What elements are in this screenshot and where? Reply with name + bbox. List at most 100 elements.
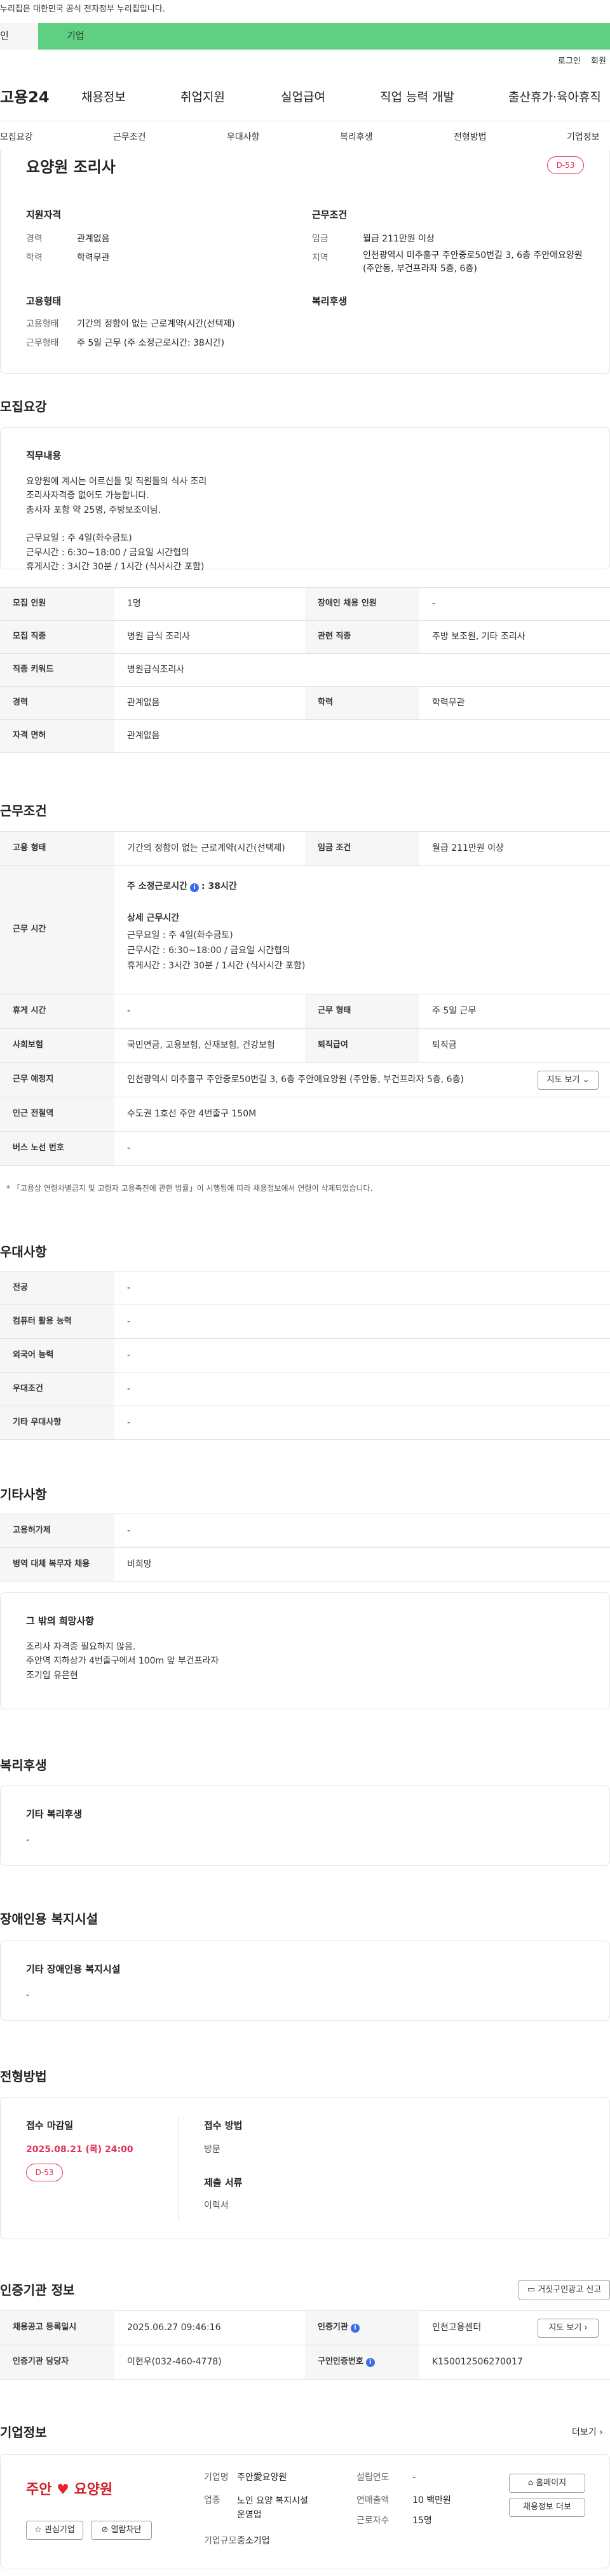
report-fake-ad-button[interactable]: ▭ 거짓구인광고 신고 — [518, 2280, 610, 2300]
cert-no-label: 구인인증번호 i — [305, 2345, 419, 2379]
cell-label: 전공 — [0, 1271, 114, 1305]
info-icon[interactable]: i — [365, 2357, 375, 2367]
gnb-unemployment-benefit[interactable]: 실업급여 — [281, 89, 325, 107]
cell-value: - — [432, 599, 436, 609]
deadline-label: 접수 마감일 — [26, 2120, 74, 2131]
block-view-button[interactable]: ⊘ 열람차단 — [91, 2521, 152, 2540]
block-icon: ⊘ — [101, 2525, 109, 2535]
cell-value: K150012506270017 — [432, 2357, 523, 2368]
founded-value: - — [412, 2472, 416, 2483]
disab-box-body: - — [26, 1990, 30, 2000]
emp-value: 기간의 정함이 없는 근로계약(시간(선택제) — [77, 319, 235, 329]
gnb-job-info[interactable]: 채용정보 — [81, 89, 126, 107]
welfare-box: 기타 복리후생 - — [0, 1786, 610, 1866]
cell-value: 기간의 정함이 없는 근로계약(시간(선택제) — [127, 843, 285, 854]
table-row: 고용허가제 - — [0, 1514, 610, 1548]
map-button[interactable]: 지도 보기 ⌄ — [538, 1071, 599, 1090]
signup-link[interactable]: 회원 — [591, 56, 606, 68]
anchor-recruit[interactable]: 모집요강 — [0, 131, 33, 144]
founded-label: 설립연도 — [356, 2472, 390, 2483]
table-row: 기타 우대사항 - — [0, 1406, 610, 1440]
weekly-hours: 주 소정근로시간 i: 38시간 — [127, 880, 237, 893]
cell-label: 인증기관 담당자 — [0, 2345, 114, 2379]
industry-value: 노인 요양 복지시설 운영업 — [237, 2496, 308, 2521]
work-place-value: 인천광역시 미추홀구 주안중로50번길 3, 6층 주안애요양원 (주안동, 부… — [127, 1074, 464, 1085]
tab-company[interactable]: 기업 — [38, 23, 610, 50]
selection-dday-badge: D-53 — [26, 2164, 63, 2181]
home-icon: ⌂ — [527, 2478, 534, 2488]
company-more-link[interactable]: 더보기 › — [572, 2426, 603, 2439]
cell-label: 직종 키워드 — [0, 654, 114, 686]
table-row: 경력 관계없음 학력 학력무관 — [0, 687, 610, 720]
star-icon: ☆ — [34, 2525, 42, 2535]
welfare-title: 복리후생 — [312, 295, 348, 307]
age-notice: * 「고용상 연령차별금지 및 고령자 고용촉진에 관한 법률」이 시행됨에 따… — [6, 1184, 373, 1193]
company-jobs-button[interactable]: 채용정보 더보 — [509, 2498, 585, 2517]
cert-table: 채용공고 등록일시 2025.06.27 09:46:16 인증기관 i 인천고용… — [0, 2310, 610, 2380]
cell-value: - — [127, 1143, 131, 1154]
welfare-box-title: 기타 복리후생 — [26, 1808, 83, 1820]
etc-box-body: 조리사 자격증 필요하지 않음. 주안역 지하상가 4번출구에서 100m 앞 … — [26, 1641, 219, 1681]
cell-label: 우대조건 — [0, 1373, 114, 1406]
cert-view-button[interactable]: 지도 보기 › — [538, 2319, 599, 2338]
career-value: 관계없음 — [77, 234, 110, 244]
table-row: 인증기관 담당자 이현우(032-460-4778) 구인인증번호 i K1500… — [0, 2345, 610, 2380]
cell-value: - — [127, 1316, 131, 1327]
cell-value: 병원급식조리사 — [127, 665, 185, 675]
wage-label: 임금 — [312, 234, 329, 244]
portal-tabs: 인 기업 — [0, 23, 610, 50]
info-icon[interactable]: i — [190, 883, 200, 892]
anchor-pref[interactable]: 우대사항 — [227, 131, 260, 144]
cell-value: - — [127, 1006, 131, 1017]
cell-value: 퇴직금 — [432, 1040, 457, 1051]
detail-hours-body: 근무요일 : 주 4일(화수금토) 근무시간 : 6:30~18:00 / 금요… — [127, 930, 306, 971]
emp-title: 고용형태 — [26, 295, 62, 307]
homepage-button[interactable]: ⌂ 홈페이지 — [509, 2474, 585, 2493]
work-table: 고용 형태 기간의 정함이 없는 근로계약(시간(선택제) 임금 조건 월급 2… — [0, 831, 610, 1166]
cell-label: 기타 우대사항 — [0, 1406, 114, 1439]
anchor-company[interactable]: 기업정보 — [567, 131, 600, 144]
disab-box: 기타 장애인용 복지시설 - — [0, 1941, 610, 2021]
company-card: 주안 ♥ 요양원 ☆ 관심기업 ⊘ 열람차단 기업명 주안愛요양원 업종 노인 … — [0, 2454, 610, 2568]
favorite-company-button[interactable]: ☆ 관심기업 — [26, 2521, 83, 2540]
company-name-value: 주안愛요양원 — [237, 2472, 287, 2483]
cell-label: 병역 대체 복무자 채용 — [0, 1548, 114, 1581]
cell-value: 국민연금, 고용보험, 산재보험, 건강보험 — [127, 1040, 275, 1051]
table-row: 고용 형태 기간의 정함이 없는 근로계약(시간(선택제) 임금 조건 월급 2… — [0, 832, 610, 866]
gnb-vocational-training[interactable]: 직업 능력 개발 — [380, 89, 454, 107]
info-icon[interactable]: i — [350, 2323, 360, 2333]
cell-label: 인근 전철역 — [0, 1097, 114, 1131]
tab-individual[interactable]: 인 — [0, 23, 38, 50]
docs-value: 이력서 — [204, 2200, 229, 2211]
industry-label: 업종 — [204, 2495, 220, 2505]
section-etc-heading: 기타사항 — [0, 1487, 47, 1502]
cell-value: 병원 급식 조리사 — [127, 632, 191, 642]
divider — [178, 2117, 179, 2221]
anchor-selection[interactable]: 전형방법 — [454, 131, 487, 144]
section-work-heading: 근무조건 — [0, 803, 47, 818]
cell-label: 근무 시간 — [0, 866, 114, 994]
table-row: 자격 면허 관계없음 — [0, 720, 610, 753]
chevron-right-icon: › — [584, 2323, 588, 2333]
anchor-work[interactable]: 근무조건 — [113, 131, 146, 144]
table-row: 우대조건 - — [0, 1373, 610, 1406]
gnb-employment-support[interactable]: 취업지원 — [180, 89, 225, 107]
worktype-label: 근무형태 — [26, 338, 59, 348]
cell-label: 퇴직급여 — [305, 1029, 419, 1062]
employees-value: 15명 — [412, 2516, 432, 2526]
chevron-right-icon: › — [599, 2427, 603, 2437]
cell-value: 주 5일 근무 — [432, 1006, 477, 1017]
cell-value: 1명 — [127, 599, 141, 609]
gnb-parental-leave[interactable]: 출산휴가·육아휴직 — [508, 89, 601, 107]
login-link[interactable]: 로그인 — [558, 56, 581, 68]
summary-card: 요양원 조리사 D-53 지원자격 경력 관계없음 학력 학력무관 근무조건 임… — [0, 150, 610, 374]
cell-value: 수도권 1호선 주안 4번출구 150M — [127, 1109, 257, 1120]
anchor-welfare[interactable]: 복리후생 — [340, 131, 373, 144]
cell-value: - — [127, 1417, 131, 1428]
cell-value: 주방 보조원, 기타 조리사 — [432, 632, 525, 642]
section-company-heading: 기업정보 — [0, 2425, 47, 2440]
cell-label: 경력 — [0, 687, 114, 719]
duty-title: 직무내용 — [26, 450, 62, 461]
site-logo[interactable]: 고용24 — [0, 86, 50, 109]
method-label: 접수 방법 — [204, 2120, 243, 2131]
